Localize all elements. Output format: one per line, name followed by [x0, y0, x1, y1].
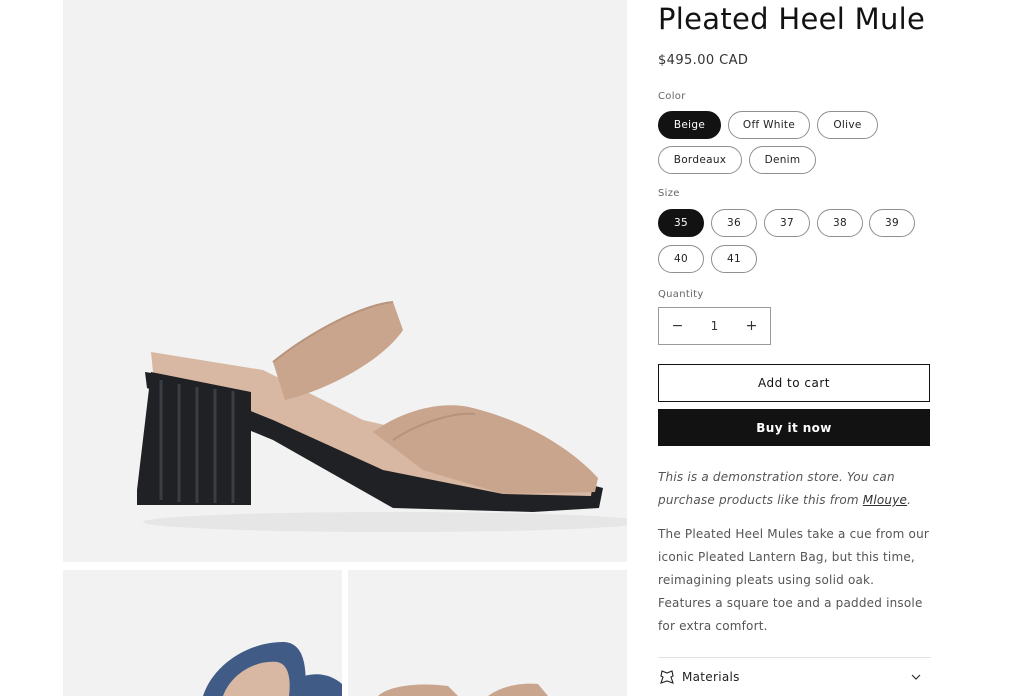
size-option-41[interactable]: 41 — [711, 245, 757, 273]
quantity-input[interactable]: 1 — [700, 319, 730, 333]
product-image-thumbnail-1[interactable] — [63, 570, 342, 696]
quantity-increase-button[interactable]: + — [733, 308, 770, 344]
quantity-decrease-button[interactable]: − — [659, 308, 696, 344]
chevron-down-icon — [909, 670, 923, 684]
product-price: $495.00 CAD — [658, 53, 749, 68]
beige-shoe-illustration — [378, 683, 548, 696]
notice-period: . — [907, 493, 912, 507]
size-option-36[interactable]: 36 — [711, 209, 757, 237]
denim-shoe-illustration — [203, 642, 342, 696]
color-option-denim[interactable]: Denim — [749, 146, 816, 174]
product-image-thumbnail-2[interactable] — [348, 570, 627, 696]
color-option-beige[interactable]: Beige — [658, 111, 721, 139]
size-option-39[interactable]: 39 — [869, 209, 915, 237]
mlouye-link[interactable]: Mlouye — [863, 493, 907, 507]
product-description: The Pleated Heel Mules take a cue from o… — [658, 527, 930, 633]
divider — [658, 657, 931, 658]
fabric-icon — [658, 668, 676, 686]
demo-store-notice: This is a demonstration store. You can p… — [658, 466, 938, 512]
size-option-37[interactable]: 37 — [764, 209, 810, 237]
size-option-38[interactable]: 38 — [817, 209, 863, 237]
shoe-illustration — [137, 301, 627, 532]
color-option-bordeaux[interactable]: Bordeaux — [658, 146, 742, 174]
size-label: Size — [658, 188, 680, 199]
materials-accordion[interactable]: Materials — [658, 664, 931, 690]
buy-now-button[interactable]: Buy it now — [658, 409, 930, 446]
quantity-stepper: − 1 + — [658, 307, 771, 345]
color-option-olive[interactable]: Olive — [817, 111, 878, 139]
size-option-40[interactable]: 40 — [658, 245, 704, 273]
product-image-main[interactable] — [63, 0, 627, 562]
size-option-35[interactable]: 35 — [658, 209, 704, 237]
notice-text: This is a demonstration store. You can p… — [658, 470, 895, 507]
color-option-off-white[interactable]: Off White — [728, 111, 810, 139]
product-title: Pleated Heel Mule — [658, 2, 926, 36]
color-label: Color — [658, 91, 686, 102]
materials-label: Materials — [682, 670, 740, 684]
add-to-cart-button[interactable]: Add to cart — [658, 364, 930, 402]
quantity-label: Quantity — [658, 289, 704, 300]
